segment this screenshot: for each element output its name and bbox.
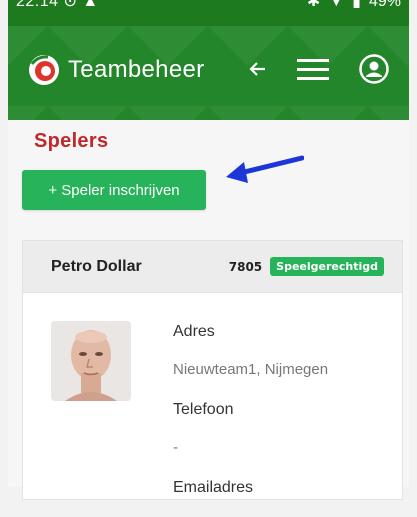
email-label: Emailadres	[173, 479, 254, 496]
player-photo	[51, 321, 131, 401]
address-label: Adres	[173, 323, 215, 340]
phone-label: Telefoon	[173, 401, 234, 418]
account-icon[interactable]	[359, 54, 389, 84]
app-bar-actions	[249, 54, 389, 84]
page-title: Spelers	[34, 130, 109, 152]
warning-icon: ▲	[82, 0, 99, 10]
bluetooth-icon: ✱	[306, 0, 321, 10]
status-badge: Speelgerechtigd	[270, 257, 384, 276]
signal-icon: ▼	[328, 0, 345, 10]
alarm-icon: ⊙	[63, 0, 78, 10]
status-time: 22:14	[16, 0, 59, 10]
phone-value: -	[173, 439, 178, 456]
status-bar-left: 22:14 ⊙ ▲	[16, 0, 99, 10]
menu-icon[interactable]	[297, 58, 329, 80]
player-card[interactable]: Petro Dollar 7805 Speelgerechtigd Adres …	[22, 240, 403, 500]
address-value: Nieuwteam1, Nijmegen	[173, 361, 329, 378]
annotation-arrow-icon	[226, 155, 304, 183]
player-details: Adres Nieuwteam1, Nijmegen Telefoon - Em…	[173, 323, 328, 517]
player-name: Petro Dollar	[51, 257, 142, 275]
player-card-header[interactable]: Petro Dollar 7805 Speelgerechtigd	[23, 241, 402, 293]
battery-icon: ▮	[352, 0, 361, 10]
logo-icon	[29, 55, 59, 85]
battery-level: 49%	[368, 0, 401, 10]
avatar	[51, 321, 131, 401]
add-player-button[interactable]: + Speler inschrijven	[22, 170, 206, 210]
brand[interactable]: Teambeheer	[28, 54, 204, 86]
main-content: Spelers + Speler inschrijven Petro Dolla…	[8, 120, 409, 500]
back-arrow-icon[interactable]	[249, 60, 267, 78]
status-bar: 22:14 ⊙ ▲ ✱ ▼ ▮ 49%	[8, 0, 409, 26]
app-title: Teambeheer	[68, 56, 205, 83]
player-meta: 7805 Speelgerechtigd	[229, 257, 384, 276]
player-number: 7805	[228, 259, 263, 274]
app-bar: Teambeheer	[8, 26, 409, 120]
status-bar-right: ✱ ▼ ▮ 49%	[306, 0, 401, 10]
